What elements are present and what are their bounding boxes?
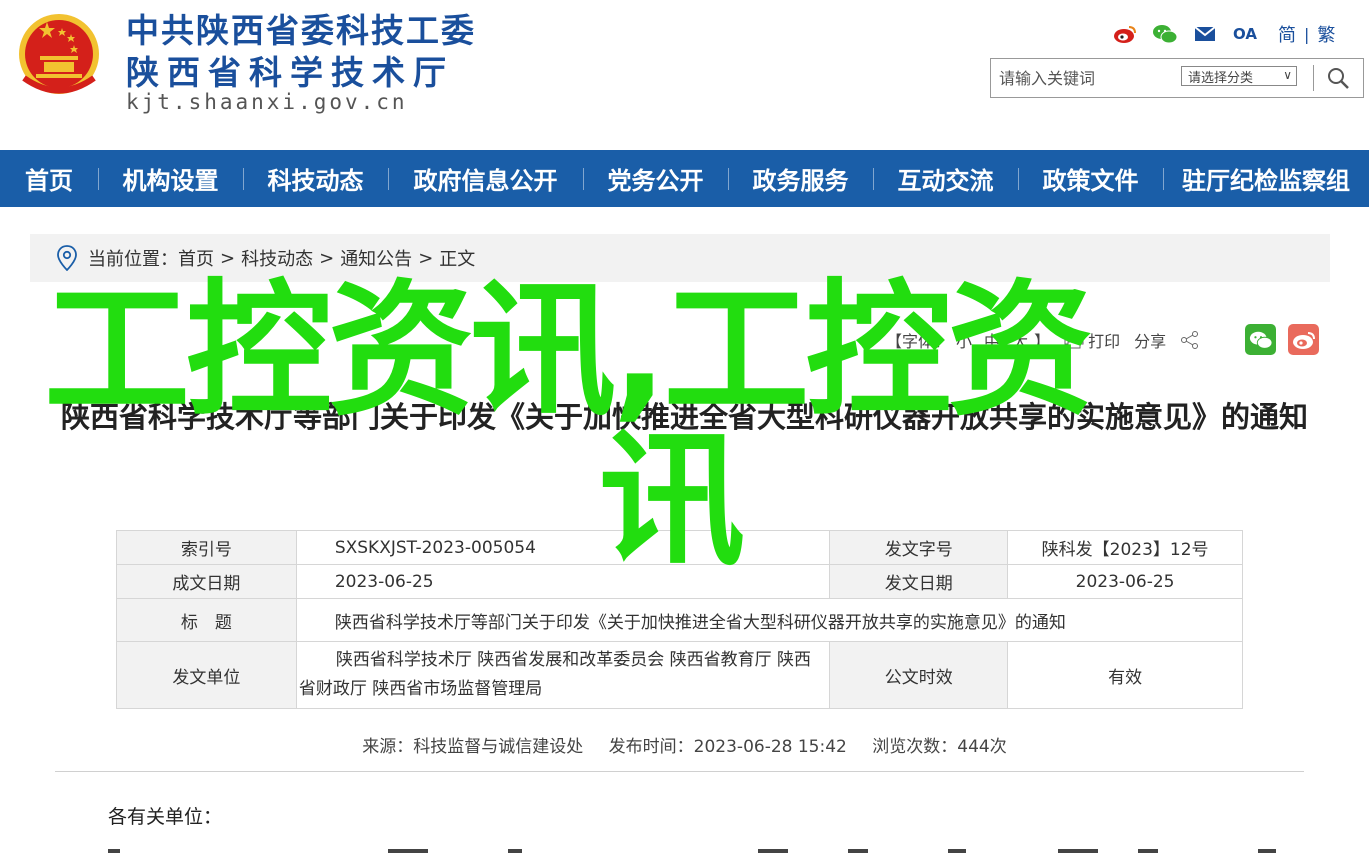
search-divider xyxy=(1313,65,1314,91)
org-name-line2: 陕西省科学技术厅 xyxy=(126,53,454,92)
source-views: 浏览次数：444次 xyxy=(872,737,1007,757)
weibo-icon xyxy=(1292,331,1315,349)
national-emblem-icon xyxy=(19,14,99,94)
category-select-label: 请选择分类 xyxy=(1188,70,1254,86)
font-size-label: 【字体： xyxy=(886,332,951,351)
article-greeting: 各有关单位： xyxy=(108,806,223,828)
top-tools: OA 简 | 繁 xyxy=(1112,20,1335,48)
location-pin-icon xyxy=(57,245,77,271)
site-header: 中共陕西省委科技工委 陕西省科学技术厅 kjt.shaanxi.gov.cn O… xyxy=(0,0,1369,150)
table-row: 标 题 陕西省科学技术厅等部门关于印发《关于加快推进全省大型科研仪器开放共享的实… xyxy=(116,598,1244,642)
font-size-close: 】 xyxy=(1034,332,1051,351)
language-switch: 简 | 繁 xyxy=(1278,21,1335,47)
subject-label: 标 题 xyxy=(116,598,297,642)
chevron-down-icon: ∨ xyxy=(1283,68,1292,82)
nav-item-party-affairs[interactable]: 党务公开 xyxy=(583,150,728,207)
source-from: 来源：科技监督与诚信建设处 xyxy=(362,737,584,757)
breadcrumb-notices[interactable]: 通知公告 xyxy=(340,245,412,271)
issuer-value: 陕西省科学技术厅 陕西省发展和改革委员会 陕西省教育厅 陕西省财政厅 陕西省市场… xyxy=(295,641,831,709)
nav-item-tech-news[interactable]: 科技动态 xyxy=(243,150,388,207)
nav-item-gov-info[interactable]: 政府信息公开 xyxy=(388,150,583,207)
written-date-value: 2023-06-25 xyxy=(295,564,831,599)
lang-traditional-link[interactable]: 繁 xyxy=(1317,21,1335,47)
index-value: SXSKXJST-2023-005054 xyxy=(295,530,831,565)
font-size-medium[interactable]: 中 xyxy=(984,328,1000,352)
article-tools: 【字体： 小 中 大 】 打印 分享 xyxy=(886,324,1204,356)
share-icon[interactable] xyxy=(1180,331,1200,349)
table-row: 索引号 SXSKXJST-2023-005054 发文字号 陕科发【2023】1… xyxy=(116,530,1243,565)
share-wechat-button[interactable] xyxy=(1245,324,1276,355)
written-date-label: 成文日期 xyxy=(116,564,297,599)
nav-item-interaction[interactable]: 互动交流 xyxy=(873,150,1018,207)
breadcrumb-home[interactable]: 首页 xyxy=(178,245,214,271)
weibo-icon[interactable] xyxy=(1112,23,1138,45)
breadcrumb-separator: > xyxy=(319,247,335,269)
source-published: 发布时间：2023-06-28 15:42 xyxy=(608,737,847,757)
oa-icon[interactable]: OA xyxy=(1232,23,1258,45)
search-icon xyxy=(1328,68,1349,89)
nav-item-gov-services[interactable]: 政务服务 xyxy=(728,150,873,207)
document-meta-table: 索引号 SXSKXJST-2023-005054 发文字号 陕科发【2023】1… xyxy=(116,530,1244,709)
main-nav: 首页 机构设置 科技动态 政府信息公开 党务公开 政务服务 互动交流 政策文件 … xyxy=(0,150,1369,207)
table-row: 成文日期 2023-06-25 发文日期 2023-06-25 xyxy=(116,564,1243,599)
lang-separator: | xyxy=(1304,24,1310,44)
nav-item-discipline-inspection[interactable]: 驻厅纪检监察组 xyxy=(1163,150,1369,207)
search-box: 请选择分类 ∨ xyxy=(990,58,1364,98)
page: 中共陕西省委科技工委 陕西省科学技术厅 kjt.shaanxi.gov.cn O… xyxy=(0,0,1369,853)
article-title: 陕西省科学技术厅等部门关于印发《关于加快推进全省大型科研仪器开放共享的实施意见》… xyxy=(60,400,1308,434)
nav-item-organization[interactable]: 机构设置 xyxy=(98,150,243,207)
divider xyxy=(55,771,1304,772)
issuer-label: 发文单位 xyxy=(116,641,297,709)
article-source-info: 来源：科技监督与诚信建设处 发布时间：2023-06-28 15:42 浏览次数… xyxy=(0,732,1369,757)
docno-value: 陕科发【2023】12号 xyxy=(1007,530,1243,565)
site-url: kjt.shaanxi.gov.cn xyxy=(126,90,408,114)
breadcrumb-current: 正文 xyxy=(439,249,476,270)
table-row: 发文单位 陕西省科学技术厅 陕西省发展和改革委员会 陕西省教育厅 陕西省财政厅 … xyxy=(116,641,1243,709)
font-size-large[interactable]: 大 xyxy=(1012,328,1028,352)
index-label: 索引号 xyxy=(116,530,297,565)
breadcrumb-tech-news[interactable]: 科技动态 xyxy=(241,245,313,271)
nav-item-home[interactable]: 首页 xyxy=(0,150,98,207)
breadcrumb-separator: > xyxy=(418,247,434,269)
category-select[interactable]: 请选择分类 ∨ xyxy=(1181,66,1297,86)
issued-date-label: 发文日期 xyxy=(829,564,1009,599)
search-button[interactable] xyxy=(1321,63,1355,93)
validity-label: 公文时效 xyxy=(829,641,1009,709)
validity-value: 有效 xyxy=(1007,641,1243,709)
print-link[interactable]: 打印 xyxy=(1088,328,1120,352)
breadcrumb-separator: > xyxy=(220,247,236,269)
print-icon[interactable] xyxy=(1064,331,1084,349)
cut-off-text-line xyxy=(108,849,1276,853)
font-size-small[interactable]: 小 xyxy=(956,328,972,352)
mail-icon[interactable] xyxy=(1192,23,1218,45)
subject-value: 陕西省科学技术厅等部门关于印发《关于加快推进全省大型科研仪器开放共享的实施意见》… xyxy=(295,598,1244,642)
wechat-icon xyxy=(1249,331,1273,349)
lang-simplified-link[interactable]: 简 xyxy=(1278,21,1296,47)
share-weibo-button[interactable] xyxy=(1288,324,1319,355)
issued-date-value: 2023-06-25 xyxy=(1007,564,1243,599)
share-label: 分享 xyxy=(1134,332,1167,351)
nav-item-policy-docs[interactable]: 政策文件 xyxy=(1018,150,1163,207)
wechat-icon[interactable] xyxy=(1152,23,1178,45)
breadcrumb: 当前位置： 首页 > 科技动态 > 通知公告 > 正文 xyxy=(30,234,1330,282)
org-name-line1: 中共陕西省委科技工委 xyxy=(126,11,476,50)
docno-label: 发文字号 xyxy=(829,530,1009,565)
breadcrumb-prefix: 当前位置： xyxy=(88,249,178,270)
search-input[interactable] xyxy=(999,65,1169,91)
